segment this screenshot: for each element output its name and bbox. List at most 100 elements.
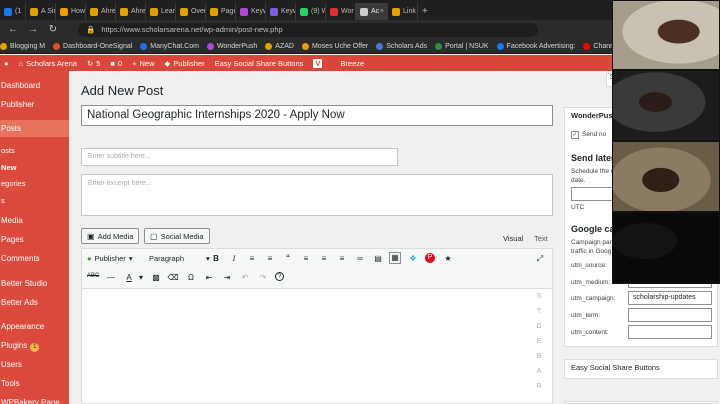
- sidebar-item-plugins[interactable]: Plugins 1: [0, 341, 69, 352]
- comments-link[interactable]: ■ 0: [110, 59, 122, 68]
- social-media-button[interactable]: ▢ Social Media: [144, 228, 210, 244]
- browser-tab[interactable]: Over: [176, 3, 206, 20]
- updates-link[interactable]: ↻ 5: [87, 59, 100, 68]
- bookmark-item[interactable]: AZAD: [265, 42, 294, 50]
- sidebar-item-publisher[interactable]: Publisher: [0, 100, 69, 109]
- toolbar-toggle-icon[interactable]: ▦: [389, 252, 401, 264]
- plugin-update-badge: 1: [30, 343, 40, 352]
- sidebar-item-comments[interactable]: Comments: [0, 254, 69, 263]
- sidebar-item-wpbakery-page[interactable]: WPBakery Page: [0, 398, 69, 404]
- add-media-button[interactable]: ▣ Add Media: [81, 228, 140, 244]
- browser-tab[interactable]: Keyw: [236, 3, 266, 20]
- bookmark-item[interactable]: Facebook Advertising:: [496, 42, 575, 50]
- yoast-link[interactable]: V: [313, 58, 323, 68]
- italic-icon[interactable]: I: [228, 254, 240, 263]
- read-more-icon[interactable]: ▤: [372, 254, 384, 263]
- subtitle-input[interactable]: Enter subtitle here...: [81, 148, 398, 166]
- text-color-icon[interactable]: A: [123, 273, 135, 282]
- paste-text-icon[interactable]: ▩: [150, 273, 162, 282]
- share-buttons-link[interactable]: Easy Social Share Buttons: [215, 59, 304, 68]
- outdent-icon[interactable]: ⇤: [203, 273, 215, 282]
- reload-icon[interactable]: ↻: [46, 24, 60, 35]
- share-icon[interactable]: ★: [442, 254, 454, 263]
- breeze-link[interactable]: Breeze: [340, 59, 364, 68]
- bullet-list-icon[interactable]: ≡: [246, 254, 258, 263]
- align-right-icon[interactable]: ≡: [336, 254, 348, 263]
- address-bar[interactable]: 🔒 https://www.scholarsarena.net/wp-admin…: [78, 22, 538, 37]
- browser-tab[interactable]: (1: [0, 3, 26, 20]
- browser-tab[interactable]: Ac ×: [356, 3, 388, 20]
- forward-icon[interactable]: →: [26, 24, 40, 35]
- fullscreen-icon[interactable]: ⤢: [534, 254, 546, 264]
- browser-tab[interactable]: Ahre: [86, 3, 116, 20]
- help-icon[interactable]: ?: [275, 272, 284, 281]
- new-tab-icon[interactable]: +: [422, 6, 428, 17]
- browser-tab[interactable]: A Sin: [26, 3, 56, 20]
- browser-tab[interactable]: Link C: [388, 3, 418, 20]
- tab-visual[interactable]: Visual: [503, 234, 523, 243]
- sidebar-item-better-ads[interactable]: Better Ads: [0, 298, 69, 307]
- align-left-icon[interactable]: ≡: [300, 254, 312, 263]
- sidebar-item-users[interactable]: Users: [0, 360, 69, 369]
- redo-icon[interactable]: ↷: [257, 273, 269, 282]
- sidebar-item-osts[interactable]: osts: [0, 146, 69, 155]
- bookmark-item[interactable]: ManyChat.Com: [140, 42, 199, 50]
- sidebar-item-better-studio[interactable]: Better Studio: [0, 279, 69, 288]
- sidebar-item-appearance[interactable]: Appearance: [0, 322, 69, 331]
- excerpt-input[interactable]: Enter excerpt here...: [81, 174, 553, 216]
- send-notification-checkbox[interactable]: ✓ Send no: [571, 131, 606, 139]
- sidebar-item-pages[interactable]: Pages: [0, 235, 69, 244]
- horizontal-line-icon[interactable]: —: [105, 273, 117, 282]
- indent-icon[interactable]: ⇥: [221, 273, 233, 282]
- publisher-label: Publisher: [173, 58, 205, 68]
- browser-tab[interactable]: Lear: [146, 3, 176, 20]
- back-icon[interactable]: ←: [6, 24, 20, 35]
- bookmark-item[interactable]: Portal | NSUK: [435, 42, 489, 50]
- browser-tab[interactable]: Ahre: [116, 3, 146, 20]
- send-later-date-input[interactable]: [571, 187, 616, 201]
- bookmark-item[interactable]: WonderPush: [206, 42, 257, 50]
- close-tab-icon[interactable]: ×: [380, 8, 384, 15]
- sidebar-item-media[interactable]: Media: [0, 216, 69, 225]
- content-editor[interactable]: ● Publisher ▾ Paragraph ▾ B I ≡ ≡ “ ≡ ≡ …: [81, 248, 553, 404]
- link-icon[interactable]: ∞: [354, 254, 366, 263]
- publisher-shortcode-select[interactable]: ● Publisher ▾: [87, 254, 133, 263]
- pinterest-icon[interactable]: P: [425, 253, 435, 263]
- bookmark-item[interactable]: Blogging M: [0, 42, 45, 50]
- chevron-down-icon[interactable]: ▾: [135, 273, 147, 282]
- publisher-link[interactable]: ◆ Publisher: [165, 59, 205, 68]
- wp-logo-icon[interactable]: ●: [4, 59, 9, 68]
- sidebar-item-new[interactable]: New: [0, 163, 69, 172]
- special-character-icon[interactable]: Ω: [185, 273, 197, 282]
- blockquote-icon[interactable]: “: [282, 253, 294, 265]
- bookmark-item[interactable]: Scholars Ads: [376, 42, 427, 50]
- browser-tab[interactable]: Page: [206, 3, 236, 20]
- sidebar-item-s[interactable]: s: [0, 196, 69, 205]
- twitter-icon[interactable]: ❖: [407, 254, 419, 263]
- bookmark-item[interactable]: Dashboard-OneSignal: [53, 42, 132, 50]
- undo-icon[interactable]: ↶: [239, 273, 251, 282]
- sidebar-item-dashboard[interactable]: Dashboard: [0, 81, 69, 90]
- site-name-link[interactable]: ⌂ Scholars Arena: [19, 59, 77, 68]
- format-select[interactable]: Paragraph ▾: [149, 254, 210, 263]
- tab-text[interactable]: Text: [534, 234, 548, 243]
- sidebar-item-egories[interactable]: egories: [0, 179, 69, 188]
- sidebar-item-tools[interactable]: Tools: [0, 379, 69, 388]
- ess-panel[interactable]: Easy Social Share Buttons: [564, 359, 718, 379]
- bookmark-item[interactable]: Moses Uche Offer: [301, 42, 368, 50]
- utm-campaign-input[interactable]: scholarship-updates: [628, 291, 712, 305]
- browser-tab[interactable]: Keyw: [266, 3, 296, 20]
- post-title-input[interactable]: National Geographic Internships 2020 - A…: [81, 105, 553, 126]
- numbered-list-icon[interactable]: ≡: [264, 254, 276, 263]
- browser-tab[interactable]: Wor: [326, 3, 356, 20]
- align-center-icon[interactable]: ≡: [318, 254, 330, 263]
- new-content-link[interactable]: + New: [132, 59, 154, 68]
- strikethrough-icon[interactable]: ABC: [87, 273, 99, 279]
- bold-icon[interactable]: B: [210, 254, 222, 263]
- utm-term-input[interactable]: [628, 308, 712, 322]
- clear-formatting-icon[interactable]: ⌫: [167, 273, 179, 282]
- sidebar-item-posts[interactable]: Posts: [0, 120, 69, 137]
- browser-tab[interactable]: (9) W: [296, 3, 326, 20]
- browser-tab[interactable]: How: [56, 3, 86, 20]
- utm-content-input[interactable]: [628, 325, 712, 339]
